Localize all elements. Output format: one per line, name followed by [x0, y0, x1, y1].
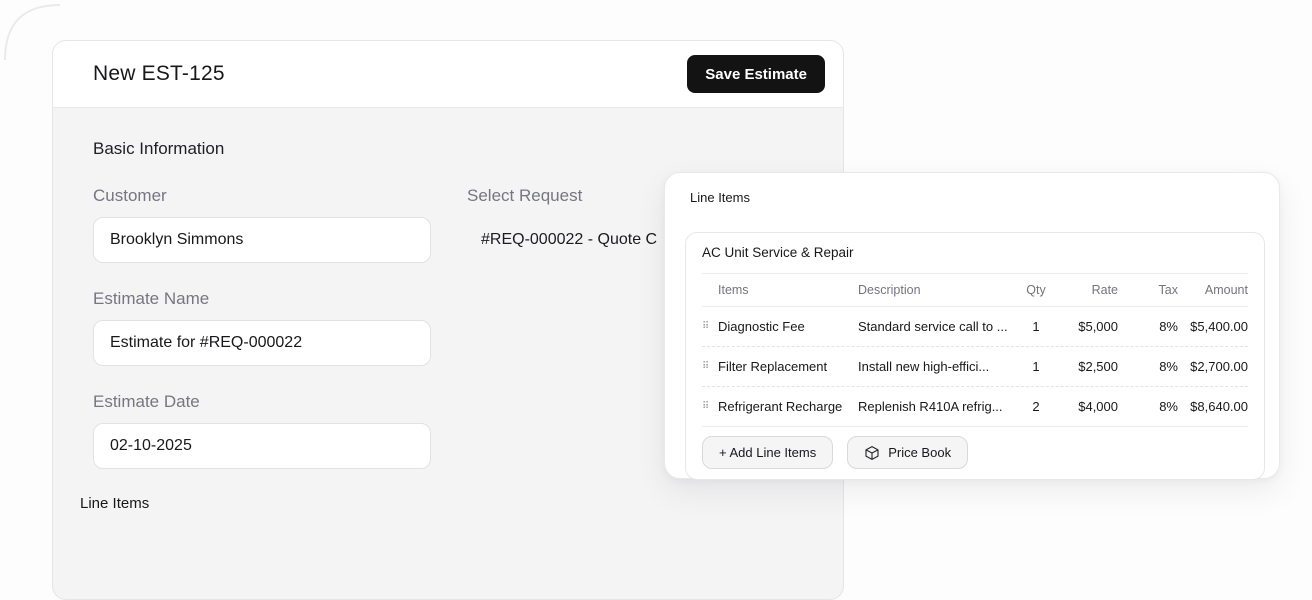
- customer-input[interactable]: [93, 217, 431, 263]
- cube-icon: [864, 445, 880, 461]
- cell-tax: 8%: [1118, 399, 1178, 414]
- line-items-group-card: AC Unit Service & Repair Items Descripti…: [685, 232, 1265, 480]
- cell-tax: 8%: [1118, 319, 1178, 334]
- cell-amount: $2,700.00: [1178, 359, 1248, 374]
- drag-handle-icon[interactable]: ⠿: [702, 402, 718, 412]
- estimate-name-input[interactable]: [93, 320, 431, 366]
- line-items-actions: + Add Line Items Price Book: [702, 426, 1248, 479]
- cell-description: Install new high-effici...: [858, 359, 1014, 374]
- col-header-description: Description: [858, 283, 1014, 297]
- col-header-amount: Amount: [1178, 283, 1248, 297]
- select-request-field-group: Select Request #REQ-000022 - Quote C: [467, 186, 657, 249]
- line-items-panel: Line Items AC Unit Service & Repair Item…: [664, 172, 1280, 479]
- line-items-table-header: Items Description Qty Rate Tax Amount: [702, 274, 1248, 306]
- estimate-name-field-group: Estimate Name: [93, 289, 431, 366]
- cell-amount: $5,400.00: [1178, 319, 1248, 334]
- add-line-items-button[interactable]: + Add Line Items: [702, 436, 833, 469]
- line-items-table-body: ⠿ Diagnostic Fee Standard service call t…: [702, 306, 1248, 426]
- cell-qty: 1: [1014, 359, 1058, 374]
- table-row: ⠿ Filter Replacement Install new high-ef…: [702, 346, 1248, 386]
- page-title: New EST-125: [93, 62, 225, 86]
- basic-information-title: Basic Information: [93, 139, 803, 159]
- cell-qty: 2: [1014, 399, 1058, 414]
- cell-item: Diagnostic Fee: [718, 319, 858, 334]
- estimate-card-header: New EST-125 Save Estimate: [53, 41, 843, 108]
- customer-field-group: Customer: [93, 186, 431, 263]
- estimate-date-field-group: Estimate Date: [93, 392, 431, 469]
- cell-item: Filter Replacement: [718, 359, 858, 374]
- cell-tax: 8%: [1118, 359, 1178, 374]
- col-header-tax: Tax: [1118, 283, 1178, 297]
- cell-rate: $2,500: [1058, 359, 1118, 374]
- drag-handle-icon[interactable]: ⠿: [702, 362, 718, 372]
- customer-label: Customer: [93, 186, 431, 206]
- cell-rate: $4,000: [1058, 399, 1118, 414]
- line-items-group-title: AC Unit Service & Repair: [686, 233, 1264, 273]
- table-row: ⠿ Refrigerant Recharge Replenish R410A r…: [702, 386, 1248, 426]
- select-request-value[interactable]: #REQ-000022 - Quote C: [467, 231, 657, 249]
- cell-description: Replenish R410A refrig...: [858, 399, 1014, 414]
- cell-rate: $5,000: [1058, 319, 1118, 334]
- line-items-panel-title: Line Items: [690, 190, 1279, 206]
- price-book-button[interactable]: Price Book: [847, 436, 968, 469]
- drag-handle-icon[interactable]: ⠿: [702, 322, 718, 332]
- table-row: ⠿ Diagnostic Fee Standard service call t…: [702, 306, 1248, 346]
- col-header-rate: Rate: [1058, 283, 1118, 297]
- form-left-column: Customer Estimate Name Estimate Date Lin…: [93, 186, 431, 512]
- estimate-date-label: Estimate Date: [93, 392, 431, 412]
- estimate-date-input[interactable]: [93, 423, 431, 469]
- cell-description: Standard service call to ...: [858, 319, 1014, 334]
- cell-amount: $8,640.00: [1178, 399, 1248, 414]
- col-header-items: Items: [718, 283, 858, 297]
- save-estimate-button[interactable]: Save Estimate: [687, 55, 825, 93]
- price-book-button-label: Price Book: [888, 445, 951, 460]
- form-right-column: Select Request #REQ-000022 - Quote C: [467, 186, 657, 512]
- col-header-qty: Qty: [1014, 283, 1058, 297]
- cell-qty: 1: [1014, 319, 1058, 334]
- line-items-section-heading: Line Items: [80, 495, 431, 512]
- line-items-table: Items Description Qty Rate Tax Amount ⠿ …: [702, 273, 1248, 426]
- select-request-label: Select Request: [467, 186, 657, 206]
- estimate-name-label: Estimate Name: [93, 289, 431, 309]
- cell-item: Refrigerant Recharge: [718, 399, 858, 414]
